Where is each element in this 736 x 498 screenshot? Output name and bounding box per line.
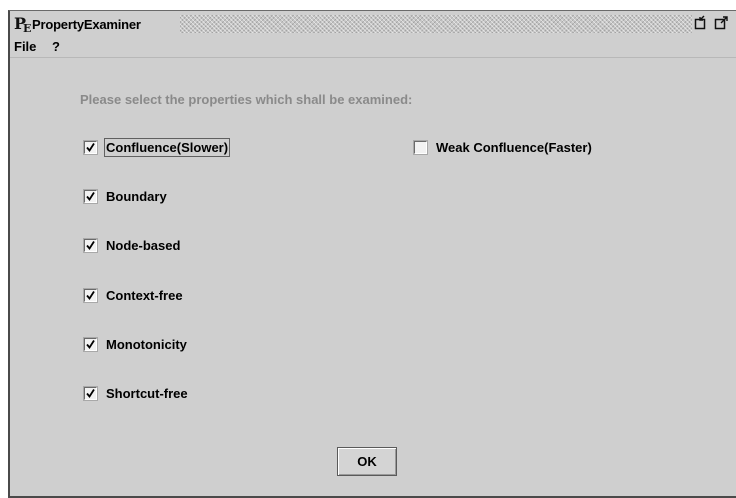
checkbox-weak-confluence-label[interactable]: Weak Confluence(Faster): [435, 139, 593, 156]
checkbox-weak-confluence-box[interactable]: [414, 140, 427, 154]
minimize-icon[interactable]: [694, 15, 710, 31]
checkbox-shortcut-free-box[interactable]: [84, 386, 97, 400]
checkbox-node-based-box[interactable]: [84, 238, 97, 252]
menu-help[interactable]: ?: [52, 39, 60, 54]
checkbox-confluence-box[interactable]: [84, 140, 97, 154]
window-title: PropertyExaminer: [32, 17, 141, 32]
maximize-icon[interactable]: [714, 15, 730, 31]
menu-bar: File ?: [10, 37, 736, 58]
ok-button[interactable]: OK: [337, 447, 397, 476]
app-logo-icon: PE: [14, 14, 32, 35]
instructions-text: Please select the properties which shall…: [80, 92, 413, 107]
checkbox-confluence-label[interactable]: Confluence(Slower): [103, 137, 231, 157]
checkbox-monotonicity-label[interactable]: Monotonicity: [105, 336, 188, 353]
checkbox-shortcut-free-label[interactable]: Shortcut-free: [105, 385, 189, 402]
checkbox-boundary[interactable]: Boundary: [84, 186, 168, 206]
checkbox-context-free-box[interactable]: [84, 288, 97, 302]
checkbox-context-free-label[interactable]: Context-free: [105, 287, 184, 304]
title-bar-texture: [180, 15, 692, 33]
checkbox-shortcut-free[interactable]: Shortcut-free: [84, 383, 189, 403]
checkbox-boundary-label[interactable]: Boundary: [105, 188, 168, 205]
checkbox-confluence[interactable]: Confluence(Slower): [84, 137, 231, 157]
menu-file[interactable]: File: [14, 39, 36, 54]
checkbox-node-based-label[interactable]: Node-based: [105, 237, 181, 254]
checkbox-monotonicity[interactable]: Monotonicity: [84, 334, 188, 354]
checkbox-node-based[interactable]: Node-based: [84, 235, 181, 255]
checkbox-boundary-box[interactable]: [84, 189, 97, 203]
checkbox-weak-confluence[interactable]: Weak Confluence(Faster): [414, 137, 593, 157]
checkbox-context-free[interactable]: Context-free: [84, 285, 184, 305]
title-bar[interactable]: PE PropertyExaminer: [10, 11, 736, 37]
checkbox-monotonicity-box[interactable]: [84, 337, 97, 351]
